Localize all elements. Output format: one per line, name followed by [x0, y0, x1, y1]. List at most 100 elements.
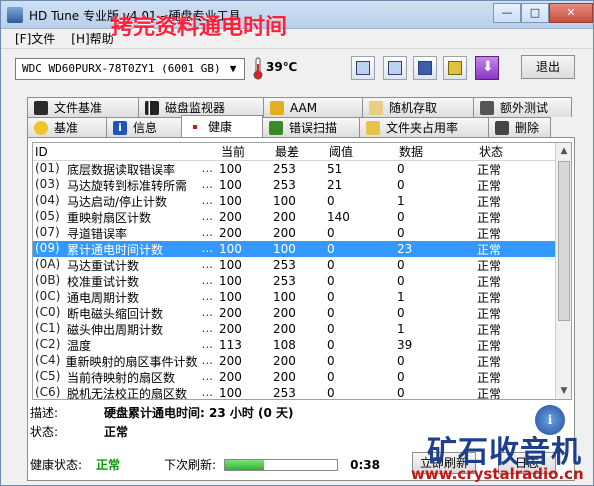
tab-folder-usage[interactable]: 文件夹占用率: [359, 117, 489, 137]
column-threshold[interactable]: 阈值: [327, 143, 397, 160]
health-status-bar: 健康状态: 正常 下次刷新: 0:38: [30, 456, 380, 473]
current-cell: 100: [219, 290, 242, 304]
table-row[interactable]: (09) 累计通电时间计数... 100 100 0 23 正常: [33, 241, 571, 257]
table-row[interactable]: (0A) 马达重试计数... 100 253 0 0 正常: [33, 257, 571, 273]
current-cell: 113: [219, 338, 242, 352]
attribute-code: (C0): [35, 304, 61, 319]
scroll-down-icon[interactable]: ▼: [556, 383, 571, 399]
data-cell: 0: [397, 210, 405, 224]
save-button[interactable]: [413, 56, 437, 80]
copy-screenshot-button[interactable]: [383, 56, 407, 80]
attribute-name: 脱机无法校正的扇区数: [67, 386, 188, 400]
table-row[interactable]: (C5) 当前待映射的扇区数... 200 200 0 0 正常: [33, 369, 571, 385]
tab-file-benchmark[interactable]: 文件基准: [27, 97, 139, 117]
menu-help[interactable]: [H]帮助: [71, 30, 113, 47]
table-row[interactable]: (C4) 重新映射的扇区事件计数... 200 200 0 0 正常: [33, 353, 571, 369]
status-cell: 正常: [477, 258, 502, 273]
table-row[interactable]: (03) 马达旋转到标准转所需... 100 253 21 0 正常: [33, 177, 571, 193]
attribute-name: 马达重试计数: [67, 258, 140, 273]
current-cell: 200: [219, 210, 242, 224]
scroll-thumb[interactable]: [558, 161, 570, 321]
data-cell: 0: [397, 354, 405, 368]
table-row[interactable]: (07) 寻道错误率... 200 200 0 0 正常: [33, 225, 571, 241]
download-button[interactable]: ⬇: [475, 56, 499, 80]
threshold-cell: 0: [327, 338, 335, 352]
table-row[interactable]: (04) 马达启动/停止计数... 100 100 0 1 正常: [33, 193, 571, 209]
table-row[interactable]: (01) 底层数据读取错误率... 100 253 51 0 正常: [33, 161, 571, 177]
threshold-cell: 21: [327, 178, 343, 192]
temperature-readout: 39℃: [266, 60, 298, 74]
tab-info[interactable]: i 信息: [106, 117, 182, 137]
tab-label: 基准: [54, 121, 79, 135]
refresh-progress-fill: [225, 459, 265, 470]
column-data[interactable]: 数据: [397, 143, 477, 160]
tab-label: 健康: [208, 120, 233, 134]
column-worst[interactable]: 最差: [273, 143, 327, 160]
tab-benchmark[interactable]: 基准: [27, 117, 107, 137]
table-row[interactable]: (05) 重映射扇区计数... 200 200 140 0 正常: [33, 209, 571, 225]
worst-cell: 253: [273, 274, 296, 288]
tab-label: 删除: [515, 121, 540, 135]
table-row[interactable]: (0B) 校准重试计数... 100 253 0 0 正常: [33, 273, 571, 289]
tab-erase[interactable]: 删除: [488, 117, 551, 137]
ellipsis: ...: [201, 272, 213, 287]
attribute-code: (05): [35, 208, 60, 223]
attribute-name: 马达旋转到标准转所需: [67, 178, 188, 193]
table-row[interactable]: (C2) 温度... 113 108 0 39 正常: [33, 337, 571, 353]
data-cell: 0: [397, 178, 405, 192]
random-access-icon: [369, 100, 383, 115]
attribute-code: (C6): [35, 384, 61, 399]
table-row[interactable]: (C0) 断电磁头缩回计数... 200 200 0 0 正常: [33, 305, 571, 321]
table-row[interactable]: (C6) 脱机无法校正的扇区数... 100 253 0 0 正常: [33, 385, 571, 400]
attribute-id-cell: (C6) 脱机无法校正的扇区数...: [33, 384, 219, 400]
minimize-button[interactable]: —: [493, 3, 521, 23]
status-cell: 正常: [477, 178, 502, 193]
list-scrollbar[interactable]: ▲ ▼: [555, 143, 571, 399]
current-cell: 100: [219, 178, 242, 192]
tab-disk-monitor[interactable]: 磁盘监视器: [138, 97, 264, 117]
worst-cell: 253: [273, 386, 296, 400]
exit-button[interactable]: 退出: [521, 55, 575, 79]
current-cell: 100: [219, 162, 242, 176]
arrow-down-icon: ⬇: [482, 59, 494, 75]
copy-text-button[interactable]: [351, 56, 375, 80]
menu-file[interactable]: [F]文件: [15, 30, 55, 47]
threshold-cell: 51: [327, 162, 343, 176]
column-status[interactable]: 状态: [477, 143, 537, 160]
attribute-name: 校准重试计数: [67, 274, 140, 289]
maximize-button[interactable]: □: [521, 3, 549, 23]
toolbar: WDC WD60PURX-78T0ZY1 (6001 GB) ▼ 39℃ ⬇ 退…: [1, 49, 593, 85]
tab-health[interactable]: 健康: [181, 115, 263, 137]
table-row[interactable]: (0C) 通电周期计数... 100 100 0 1 正常: [33, 289, 571, 305]
table-row[interactable]: (C1) 磁头伸出周期计数... 200 200 0 1 正常: [33, 321, 571, 337]
attribute-name: 累计通电时间计数: [67, 242, 164, 257]
drive-select[interactable]: WDC WD60PURX-78T0ZY1 (6001 GB) ▼: [15, 58, 245, 80]
attribute-code: (09): [35, 240, 60, 255]
attribute-id-cell: (07) 寻道错误率...: [33, 225, 219, 242]
threshold-cell: 0: [327, 306, 335, 320]
smart-attribute-list[interactable]: ID 当前 最差 阈值 数据 状态 (01) 底层数据读取错误率... 100 253…: [32, 142, 572, 400]
scroll-up-icon[interactable]: ▲: [556, 143, 571, 159]
column-id[interactable]: ID: [33, 143, 219, 160]
options-button[interactable]: [443, 56, 467, 80]
attribute-name: 马达启动/停止计数: [67, 194, 168, 209]
floppy-disk-icon: [418, 61, 432, 75]
state-value: 正常: [104, 425, 129, 439]
status-cell: 正常: [477, 338, 502, 353]
screenshot-icon: [388, 61, 402, 75]
attribute-id-cell: (C4) 重新映射的扇区事件计数...: [33, 353, 219, 370]
ellipsis: ...: [201, 368, 213, 383]
attribute-id-cell: (03) 马达旋转到标准转所需...: [33, 177, 219, 194]
tab-aam[interactable]: AAM: [263, 97, 363, 117]
worst-cell: 253: [273, 178, 296, 192]
chevron-down-icon: ▼: [229, 62, 237, 75]
column-current[interactable]: 当前: [219, 143, 273, 160]
tab-extra-tests[interactable]: 额外测试: [473, 97, 572, 117]
close-button[interactable]: ✕: [549, 3, 593, 23]
tab-random-access[interactable]: 随机存取: [362, 97, 474, 117]
status-cell: 正常: [477, 274, 502, 289]
tab-error-scan[interactable]: 错误扫描: [262, 117, 360, 137]
attribute-id-cell: (0B) 校准重试计数...: [33, 273, 219, 290]
health-value: 正常: [96, 458, 121, 472]
attribute-name: 重新映射的扇区事件计数: [65, 354, 198, 369]
